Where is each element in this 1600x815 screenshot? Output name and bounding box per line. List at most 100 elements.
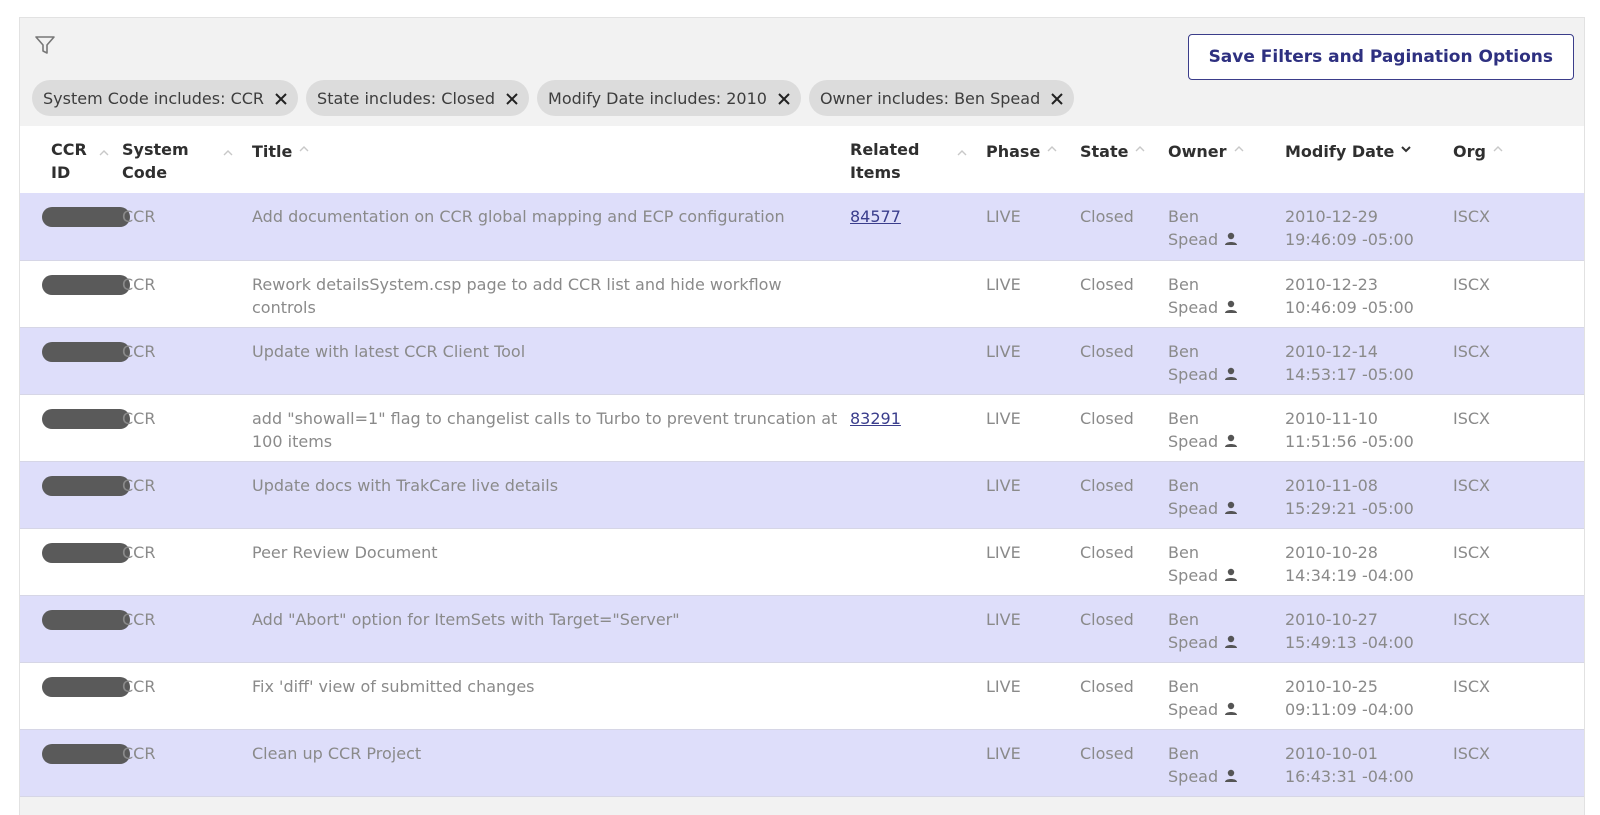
org-cell: ISCX [1453,676,1491,696]
results-panel: Save Filters and Pagination Options Syst… [19,17,1585,815]
ccr-table: CCR ID System Code Title Related Items P… [20,126,1584,797]
col-header-title[interactable]: Title [246,126,844,193]
remove-filter-icon[interactable] [505,91,519,105]
sort-up-icon[interactable] [298,138,310,152]
owner-last: Spead [1168,498,1219,518]
related-item-link[interactable]: 83291 [850,409,901,428]
person-icon[interactable] [1224,364,1238,380]
col-header-system-code[interactable]: System Code [116,126,246,193]
col-header-related-items[interactable]: Related Items [844,126,980,193]
col-header-modify-date[interactable]: Modify Date [1279,126,1447,193]
system-code-cell: CCR [122,274,156,294]
sort-down-icon[interactable] [1400,138,1412,153]
person-icon[interactable] [1224,229,1238,245]
owner-last: Spead [1168,565,1219,585]
table-row[interactable]: CCR Fix 'diff' view of submitted changes… [20,662,1584,729]
related-items-cell [844,528,980,595]
state-cell: Closed [1080,341,1134,361]
modify-time: 15:29:21 -05:00 [1285,498,1414,518]
person-icon[interactable] [1224,699,1238,715]
sort-up-icon[interactable] [222,142,234,156]
table-row[interactable]: CCR Rework detailsSystem.csp page to add… [20,260,1584,327]
sort-up-icon[interactable] [1046,138,1058,152]
filter-icon[interactable] [34,34,56,56]
org-cell: ISCX [1453,408,1491,428]
col-header-state[interactable]: State [1074,126,1162,193]
table-row[interactable]: CCR Peer Review Document LIVE Closed Ben… [20,528,1584,595]
sort-up-icon[interactable] [1233,138,1245,152]
owner-cell[interactable]: Ben Spead [1162,528,1279,595]
table-row[interactable]: CCR Add "Abort" option for ItemSets with… [20,595,1584,662]
person-icon[interactable] [1224,565,1238,581]
redacted-id [42,207,130,227]
col-header-ccr-id[interactable]: CCR ID [20,126,116,193]
modify-time: 14:34:19 -04:00 [1285,565,1414,585]
phase-cell: LIVE [986,609,1021,629]
save-filters-button[interactable]: Save Filters and Pagination Options [1187,34,1574,80]
state-cell: Closed [1080,475,1134,495]
person-icon[interactable] [1224,632,1238,648]
owner-first: Ben [1168,743,1199,763]
active-filters: System Code includes: CCR State includes… [32,80,1075,116]
owner-first: Ben [1168,207,1199,226]
owner-cell[interactable]: Ben Spead [1162,260,1279,327]
owner-cell[interactable]: Ben Spead [1162,327,1279,394]
owner-last: Spead [1168,364,1219,384]
sort-up-icon[interactable] [98,142,110,156]
modify-date-cell: 2010-12-23 10:46:09 -05:00 [1279,260,1447,327]
modify-date: 2010-11-08 [1285,475,1378,495]
owner-cell[interactable]: Ben Spead [1162,461,1279,528]
remove-filter-icon[interactable] [777,91,791,105]
system-code-cell: CCR [122,609,156,629]
col-header-phase[interactable]: Phase [980,126,1074,193]
table-row[interactable]: CCR Update with latest CCR Client Tool L… [20,327,1584,394]
system-code-cell: CCR [122,743,156,763]
modify-date-cell: 2010-10-01 16:43:31 -04:00 [1279,729,1447,796]
system-code-cell: CCR [122,207,156,226]
col-header-org[interactable]: Org [1447,126,1584,193]
owner-first: Ben [1168,676,1199,696]
owner-cell[interactable]: Ben Spead [1162,729,1279,796]
state-cell: Closed [1080,408,1134,428]
modify-date: 2010-12-23 [1285,274,1378,294]
table-row[interactable]: CCR add "showall=1" flag to changelist c… [20,394,1584,461]
owner-last: Spead [1168,699,1219,719]
phase-cell: LIVE [986,341,1021,361]
col-header-owner[interactable]: Owner [1162,126,1279,193]
filter-chip-label: System Code includes: CCR [43,88,265,108]
modify-date: 2010-12-14 [1285,341,1378,361]
ccr-id-cell [20,528,130,595]
remove-filter-icon[interactable] [1050,91,1064,105]
sort-up-icon[interactable] [1492,138,1504,152]
modify-date-cell: 2010-11-08 15:29:21 -05:00 [1279,461,1447,528]
related-item-link[interactable]: 84577 [850,207,901,226]
modify-date: 2010-12-29 [1285,207,1378,226]
owner-last: Spead [1168,766,1219,786]
owner-cell[interactable]: Ben Spead [1162,394,1279,461]
sort-up-icon[interactable] [956,142,968,156]
title-cell: Fix 'diff' view of submitted changes [252,676,535,696]
person-icon[interactable] [1224,766,1238,782]
title-cell: Clean up CCR Project [252,743,422,763]
system-code-cell: CCR [122,341,156,361]
owner-cell[interactable]: Ben Spead [1162,595,1279,662]
table-row[interactable]: CCR Add documentation on CCR global mapp… [20,193,1584,260]
table-header-row: CCR ID System Code Title Related Items P… [20,126,1584,193]
table-row[interactable]: CCR Update docs with TrakCare live detai… [20,461,1584,528]
ccr-id-cell [20,662,130,729]
ccr-id-cell [20,595,130,662]
remove-filter-icon[interactable] [274,91,288,105]
person-icon[interactable] [1224,498,1238,514]
table-row[interactable]: CCR Clean up CCR Project LIVE Closed Ben… [20,729,1584,796]
owner-first: Ben [1168,542,1199,562]
state-cell: Closed [1080,542,1134,562]
person-icon[interactable] [1224,431,1238,447]
person-icon[interactable] [1224,297,1238,313]
owner-cell[interactable]: Ben Spead [1162,193,1279,260]
filter-chip-label: Modify Date includes: 2010 [548,88,767,108]
owner-cell[interactable]: Ben Spead [1162,662,1279,729]
filter-chip-label: State includes: Closed [317,88,496,108]
sort-up-icon[interactable] [1134,138,1146,152]
ccr-id-cell [20,260,130,327]
owner-first: Ben [1168,408,1199,428]
